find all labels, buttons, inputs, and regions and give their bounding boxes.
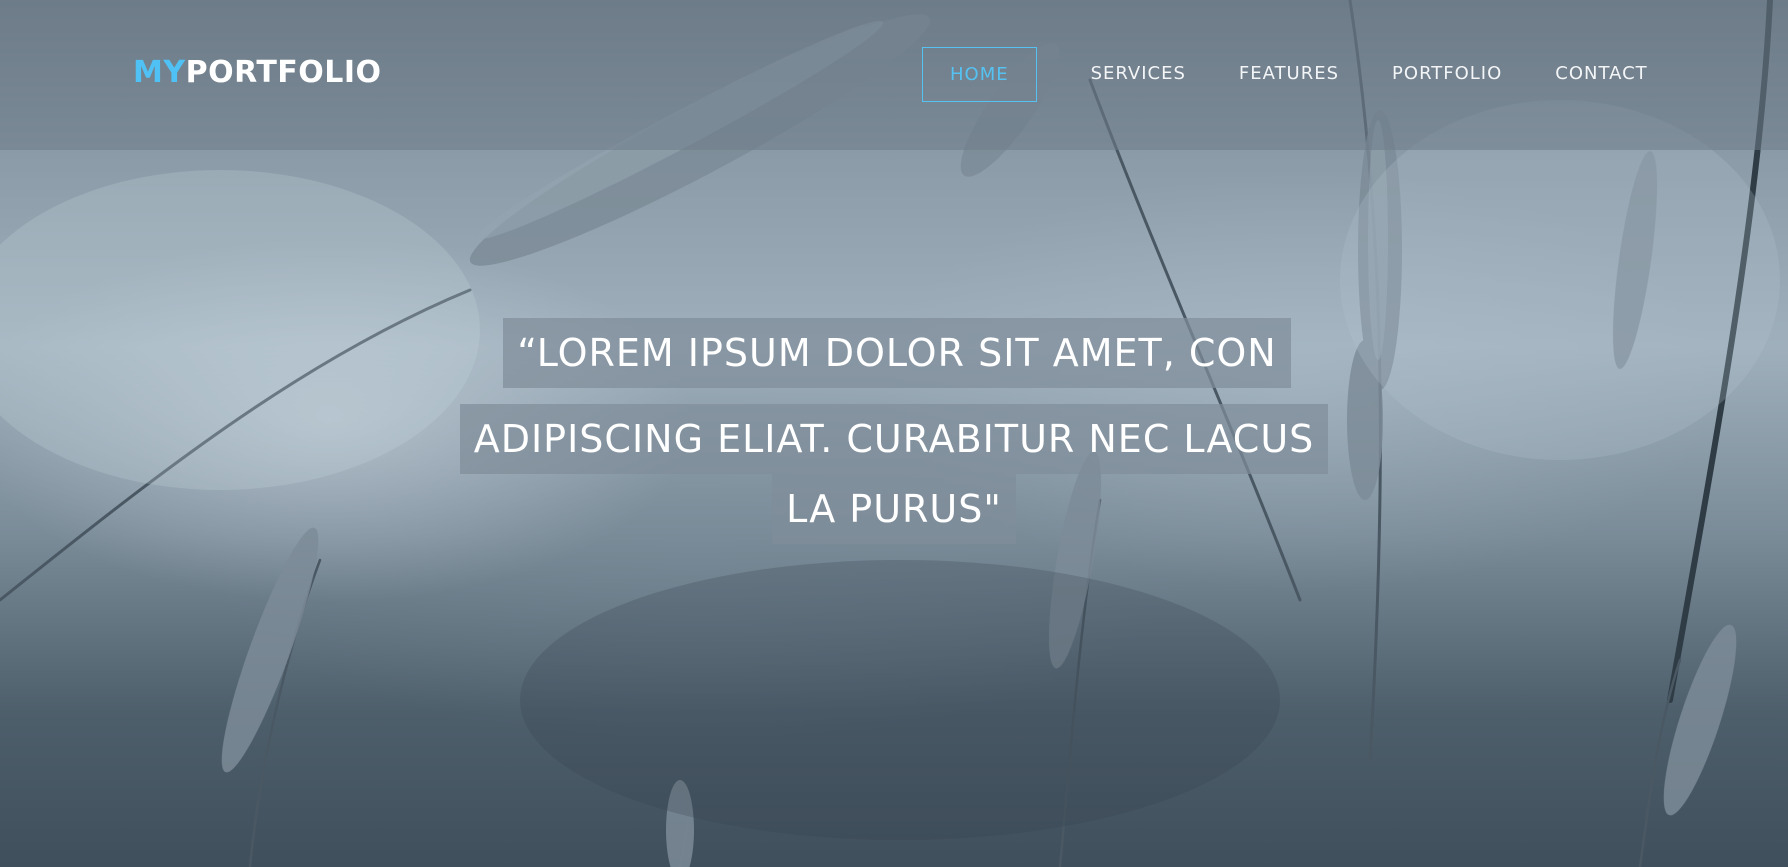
hero-quote-line-3: LA PURUS" — [772, 474, 1016, 544]
hero-quote-line-1: “LOREM IPSUM DOLOR SIT AMET, CON — [503, 318, 1291, 388]
top-navbar: MYPORTFOLIO HOME SERVICES FEATURES PORTF… — [0, 0, 1788, 150]
logo-main-text: PORTFOLIO — [185, 55, 382, 90]
hero-quote: “LOREM IPSUM DOLOR SIT AMET, CON ADIPISC… — [0, 318, 1788, 544]
nav-item-features[interactable]: FEATURES — [1239, 46, 1339, 102]
main-nav: HOME SERVICES FEATURES PORTFOLIO CONTACT — [922, 46, 1701, 102]
logo-accent-text: MY — [133, 55, 186, 90]
nav-item-services[interactable]: SERVICES — [1091, 46, 1186, 102]
hero-section: MYPORTFOLIO HOME SERVICES FEATURES PORTF… — [0, 0, 1788, 867]
site-logo[interactable]: MYPORTFOLIO — [133, 55, 382, 90]
nav-item-portfolio[interactable]: PORTFOLIO — [1392, 46, 1502, 102]
hero-quote-line-2: ADIPISCING ELIAT. CURABITUR NEC LACUS — [459, 404, 1329, 474]
nav-item-contact[interactable]: CONTACT — [1555, 46, 1647, 102]
nav-item-home[interactable]: HOME — [922, 46, 1037, 102]
